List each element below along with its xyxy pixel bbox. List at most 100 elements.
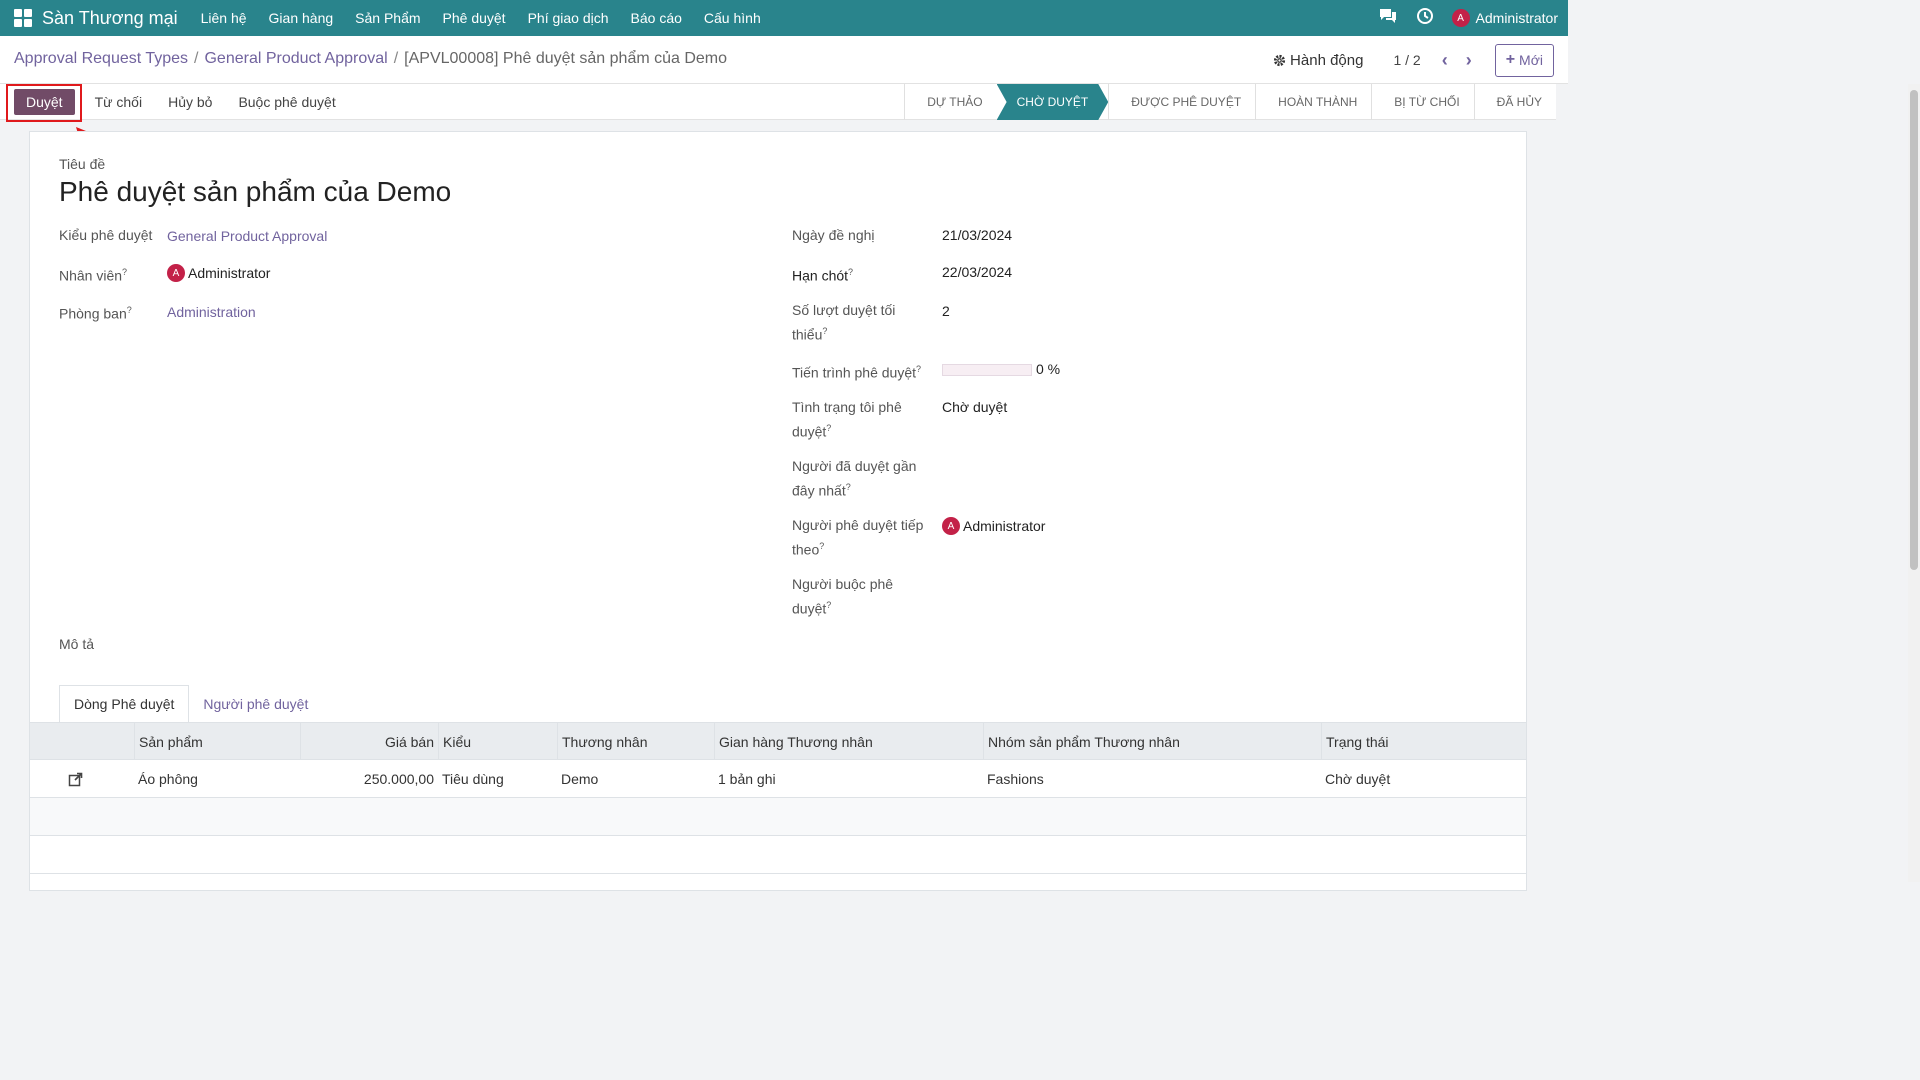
menu-cau-hinh[interactable]: Cấu hình [693, 10, 772, 26]
title-label: Tiêu đề [59, 156, 106, 172]
empty-row [30, 798, 1526, 836]
my-status-label-text: Tình trạng tôi phê duyệt [792, 399, 902, 440]
menu-gian-hang[interactable]: Gian hàng [258, 10, 345, 26]
deadline-field[interactable]: 22/03/2024 [942, 264, 1012, 280]
column-header-price[interactable]: Giá bán [300, 723, 438, 760]
menu-lien-he[interactable]: Liên hệ [190, 10, 258, 26]
approval-lines-table: Sản phẩm Giá bán Kiểu Thương nhân Gian h… [30, 722, 1526, 874]
new-record-label: Mới [1519, 52, 1543, 68]
cell-price: 250.000,00 [363, 771, 434, 787]
new-record-button[interactable]: + Mới [1494, 43, 1554, 77]
menu-san-pham[interactable]: Sản Phẩm [344, 10, 431, 26]
menu-phe-duyet[interactable]: Phê duyệt [432, 10, 517, 26]
min-approvals-field[interactable]: 2 [942, 303, 950, 319]
department-field[interactable]: Administration [167, 304, 256, 320]
column-header-merchant[interactable]: Thương nhân [557, 723, 714, 760]
breadcrumb-item-approval-type[interactable]: General Product Approval [204, 50, 387, 67]
min-approvals-label-text: Số lượt duyệt tối thiểu [792, 302, 896, 343]
action-menu-button[interactable]: Hành động [1273, 52, 1363, 69]
request-date-field[interactable]: 21/03/2024 [942, 227, 1012, 243]
employee-label-text: Nhân viên [59, 267, 123, 284]
help-icon[interactable]: ? [819, 541, 824, 551]
approval-progress-bar [942, 364, 1032, 376]
control-panel: Approval Request Types / General Product A… [0, 36, 1568, 84]
app-brand[interactable]: Sàn Thương mại [42, 8, 178, 29]
table-header: Sản phẩm Giá bán Kiểu Thương nhân Gian h… [30, 723, 1526, 760]
force-approve-button[interactable]: Buộc phê duyệt [232, 94, 341, 110]
column-header-merchant-store[interactable]: Gian hàng Thương nhân [714, 723, 983, 760]
next-approver-field[interactable]: A Administrator [942, 517, 1045, 535]
description-label[interactable]: Mô tả [59, 634, 94, 655]
tab-approvers[interactable]: Người phê duyệt [189, 685, 322, 723]
clock-icon[interactable] [1416, 7, 1434, 30]
help-icon[interactable]: ? [822, 326, 827, 336]
cell-status: Chờ duyệt [1325, 771, 1391, 787]
next-approver-name: Administrator [963, 518, 1046, 534]
cell-merchant-store: 1 bản ghi [718, 771, 776, 787]
next-approver-avatar: A [942, 517, 960, 535]
help-icon[interactable]: ? [127, 305, 132, 315]
table-row[interactable]: Áo phông 250.000,00 Tiêu dùng Demo 1 bản… [30, 760, 1526, 798]
chat-icon[interactable] [1378, 7, 1398, 30]
help-icon[interactable]: ? [846, 482, 851, 492]
help-icon[interactable]: ? [122, 267, 127, 277]
page-scrollbar[interactable] [1908, 84, 1920, 882]
form-statusbar: Duyệt Từ chối Hủy bỏ Buộc phê duyệt Dự t… [0, 84, 1556, 120]
breadcrumb: Approval Request Types / General Product A… [14, 50, 728, 67]
notebook-tabs: Dòng Phê duyệt Người phê duyệt [59, 685, 322, 723]
help-icon[interactable]: ? [826, 423, 831, 433]
min-approvals-label: Số lượt duyệt tối thiểu? [792, 300, 912, 346]
breadcrumb-item-approval-types[interactable]: Approval Request Types [14, 50, 188, 67]
apps-menu-icon[interactable] [14, 9, 32, 27]
column-header-product[interactable]: Sản phẩm [134, 723, 300, 760]
pager-previous-icon[interactable]: ‹ [1433, 50, 1457, 71]
stage-approved[interactable]: Được phê duyệt [1108, 84, 1255, 120]
menu-bao-cao[interactable]: Báo cáo [620, 10, 693, 26]
stage-pending[interactable]: Chờ duyệt [997, 84, 1109, 120]
breadcrumb-current: [APVL00008] Phê duyệt sản phẩm của Demo [404, 50, 728, 67]
pager-value[interactable]: 1 / 2 [1393, 52, 1420, 68]
scrollbar-thumb[interactable] [1910, 90, 1918, 570]
my-status-label: Tình trạng tôi phê duyệt? [792, 397, 917, 443]
last-approver-label-text: Người đã duyệt gần đây nhất [792, 458, 917, 499]
department-label: Phòng ban? [59, 300, 132, 325]
approval-type-label: Kiểu phê duyệt [59, 227, 153, 243]
force-approver-label: Người buộc phê duyệt? [792, 574, 917, 620]
cell-type: Tiêu dùng [442, 771, 504, 787]
cancel-button[interactable]: Hủy bỏ [162, 94, 218, 110]
user-menu[interactable]: A Administrator [1451, 9, 1558, 27]
deadline-label-text: Hạn chót [792, 267, 849, 284]
refuse-button[interactable]: Từ chối [89, 94, 149, 110]
employee-field[interactable]: A Administrator [167, 264, 270, 282]
external-link-icon[interactable] [64, 760, 104, 798]
approval-progress-text: 0 % [1036, 361, 1061, 377]
menu-phi-giao-dich[interactable]: Phí giao dịch [517, 10, 620, 26]
cell-product: Áo phông [138, 771, 198, 787]
stage-cancelled[interactable]: Đã hủy [1473, 84, 1556, 120]
empty-row [30, 836, 1526, 874]
gear-icon [1273, 54, 1286, 66]
title-field[interactable]: Phê duyệt sản phẩm của Demo [59, 176, 451, 208]
column-header-type[interactable]: Kiểu [438, 723, 557, 760]
progress-label-text: Tiến trình phê duyệt [792, 364, 917, 381]
column-header-status[interactable]: Trạng thái [1321, 723, 1526, 760]
tab-approval-lines[interactable]: Dòng Phê duyệt [59, 685, 190, 723]
stage-bar: Dự thảo Chờ duyệt Được phê duyệt Hoàn th… [904, 84, 1556, 120]
approval-type-field[interactable]: General Product Approval [167, 228, 327, 244]
employee-avatar: A [167, 264, 185, 282]
help-icon[interactable]: ? [916, 364, 921, 374]
last-approver-label: Người đã duyệt gần đây nhất? [792, 456, 932, 502]
pager-next-icon[interactable]: › [1457, 50, 1481, 71]
deadline-label: Hạn chót? [792, 262, 853, 287]
column-header-merchant-category[interactable]: Nhóm sản phẩm Thương nhân [983, 723, 1321, 760]
help-icon[interactable]: ? [848, 267, 853, 277]
action-menu-label: Hành động [1290, 51, 1364, 69]
stage-draft[interactable]: Dự thảo [904, 84, 996, 120]
top-navbar: Sàn Thương mại Liên hệ Gian hàng Sản Phẩ… [0, 0, 1568, 36]
help-icon[interactable]: ? [826, 600, 831, 610]
employee-label: Nhân viên? [59, 262, 127, 287]
stage-done[interactable]: Hoàn thành [1255, 84, 1371, 120]
stage-refused[interactable]: Bị từ chối [1371, 84, 1473, 120]
user-name: Administrator [1475, 10, 1558, 26]
plus-icon: + [1505, 51, 1516, 68]
